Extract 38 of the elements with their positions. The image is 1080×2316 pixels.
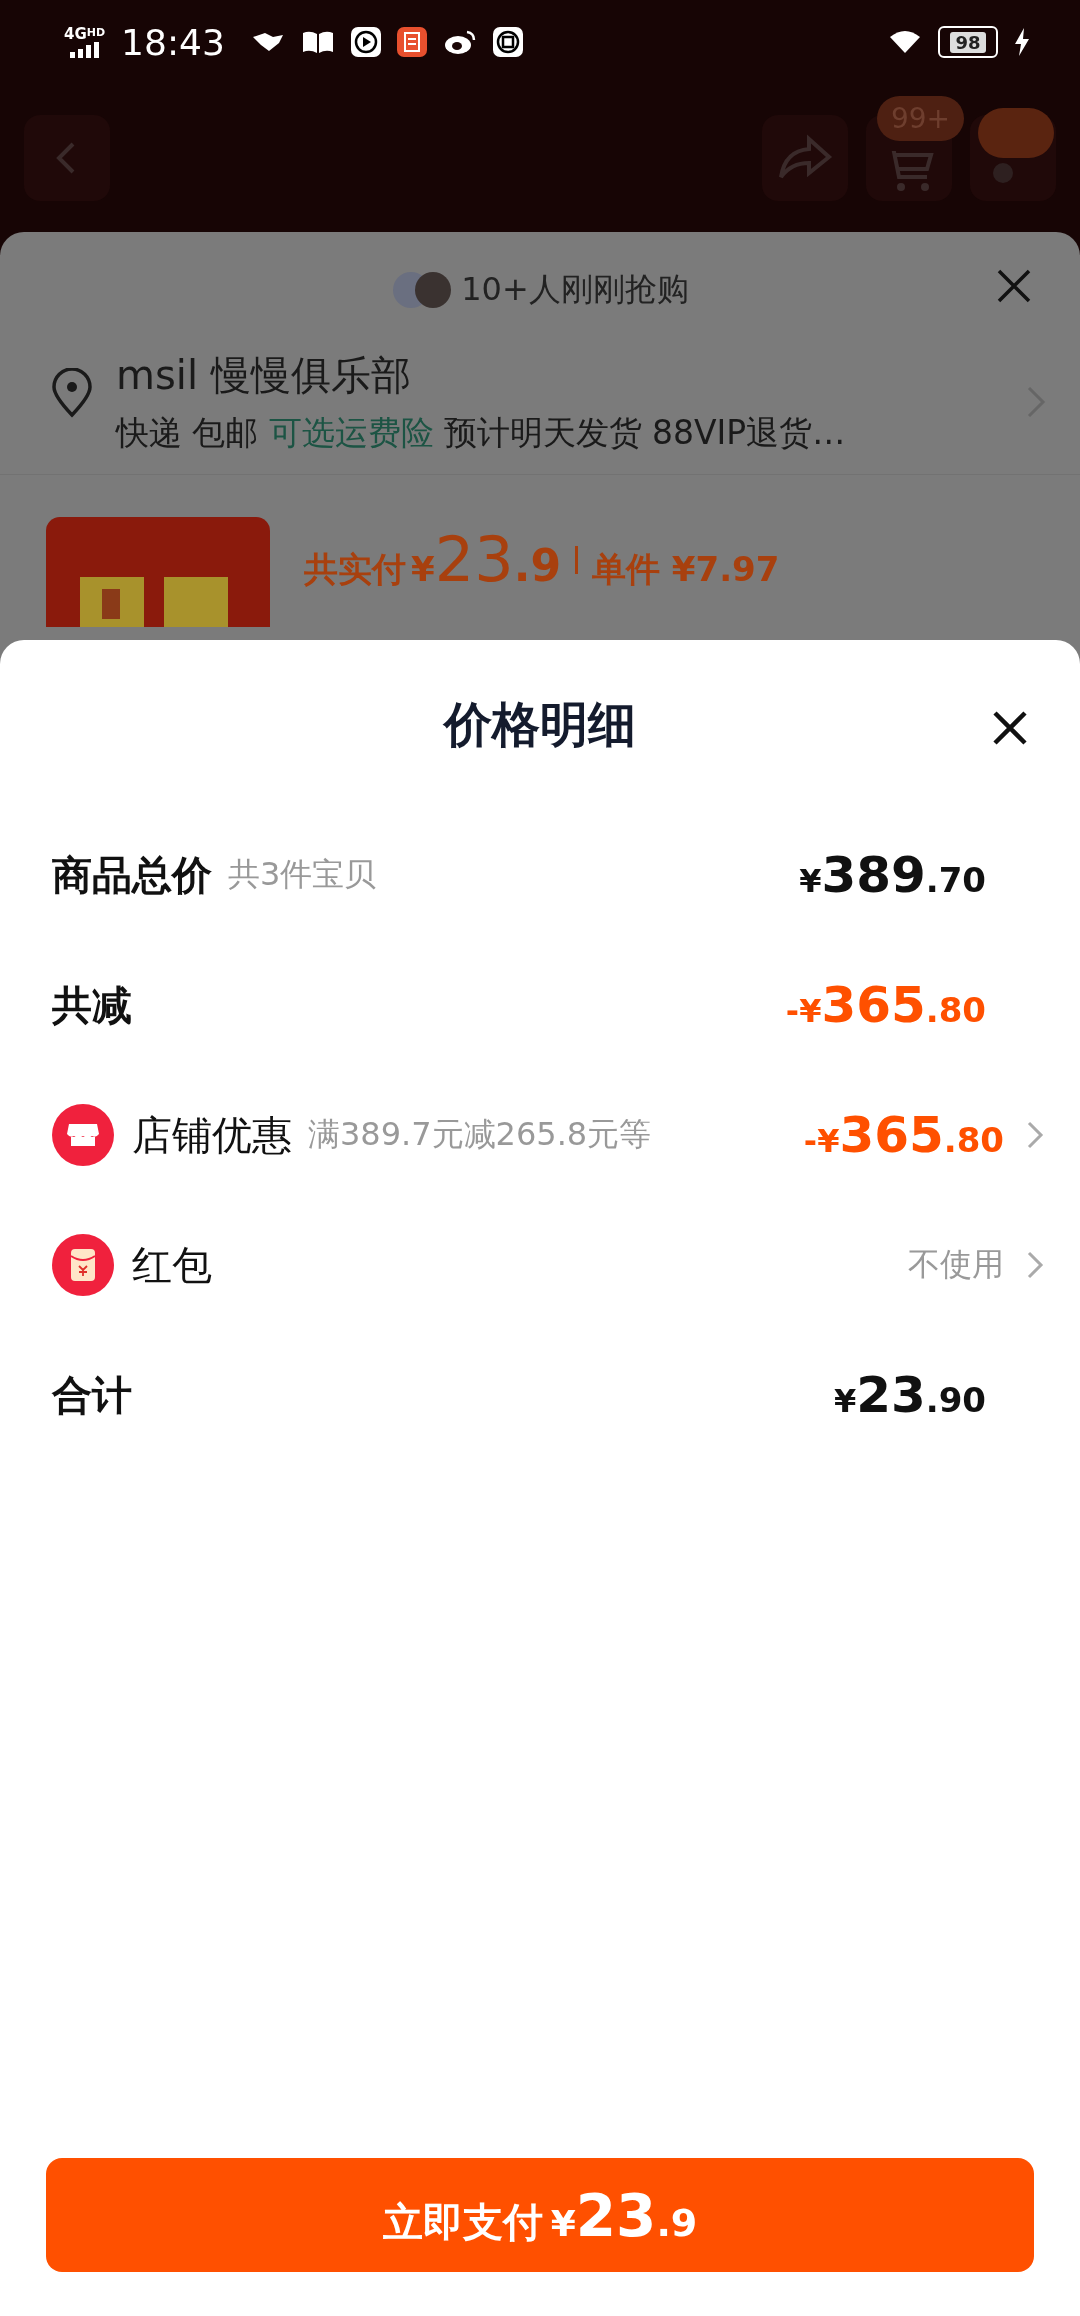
chevron-right-icon[interactable] xyxy=(1026,1120,1044,1150)
play-icon xyxy=(350,27,381,57)
row-value[interactable]: 不使用 xyxy=(908,1243,1004,1287)
shipping-text: 预计明天发货 88VIP退货… xyxy=(443,412,846,454)
app-icon xyxy=(396,27,427,57)
total-paid-price: 共实付¥23.9 xyxy=(304,523,561,596)
price-amount: ¥23.90 xyxy=(833,1366,986,1424)
avatar-icon xyxy=(391,270,454,310)
shipping-text: 快递 包邮 xyxy=(116,412,259,454)
weibo-icon xyxy=(442,28,477,56)
social-proof-text: 10+人刚刚抢购 xyxy=(461,269,689,310)
book-icon xyxy=(300,29,335,55)
chevron-right-icon[interactable] xyxy=(1026,1250,1044,1280)
unit-price: 单件 ¥7.97 xyxy=(592,548,780,591)
envelope-icon xyxy=(52,1234,114,1296)
row-note: 满389.7元减265.8元等 xyxy=(308,1114,652,1155)
price-amount: ¥389.70 xyxy=(799,846,986,904)
bank-icon xyxy=(492,27,523,57)
address-name: msil 慢慢俱乐部 xyxy=(116,351,412,400)
charging-icon xyxy=(1014,28,1030,56)
store-icon xyxy=(52,1104,114,1166)
row-label: 商品总价 xyxy=(52,850,212,900)
wifi-icon xyxy=(888,29,922,55)
sheet-title: 价格明细 xyxy=(444,695,636,754)
row-note: 共3件宝贝 xyxy=(228,854,377,895)
clock-time: 18:43 xyxy=(121,21,225,63)
row-label: 红包 xyxy=(132,1240,212,1290)
price-amount: -¥365.80 xyxy=(803,1106,1004,1164)
battery-icon: 98 xyxy=(938,26,998,58)
shipping-insurance-link[interactable]: 可选运费险 xyxy=(268,411,434,456)
row-label: 共减 xyxy=(52,980,132,1030)
close-icon[interactable] xyxy=(992,710,1028,746)
chat-bubble-icon xyxy=(978,108,1054,158)
location-pin-icon xyxy=(50,368,94,418)
pay-now-button[interactable]: 立即支付 ¥23.9 xyxy=(46,2158,1034,2272)
row-label: 合计 xyxy=(52,1370,132,1420)
row-label: 店铺优惠 xyxy=(132,1110,292,1160)
price-amount: -¥365.80 xyxy=(785,976,986,1034)
